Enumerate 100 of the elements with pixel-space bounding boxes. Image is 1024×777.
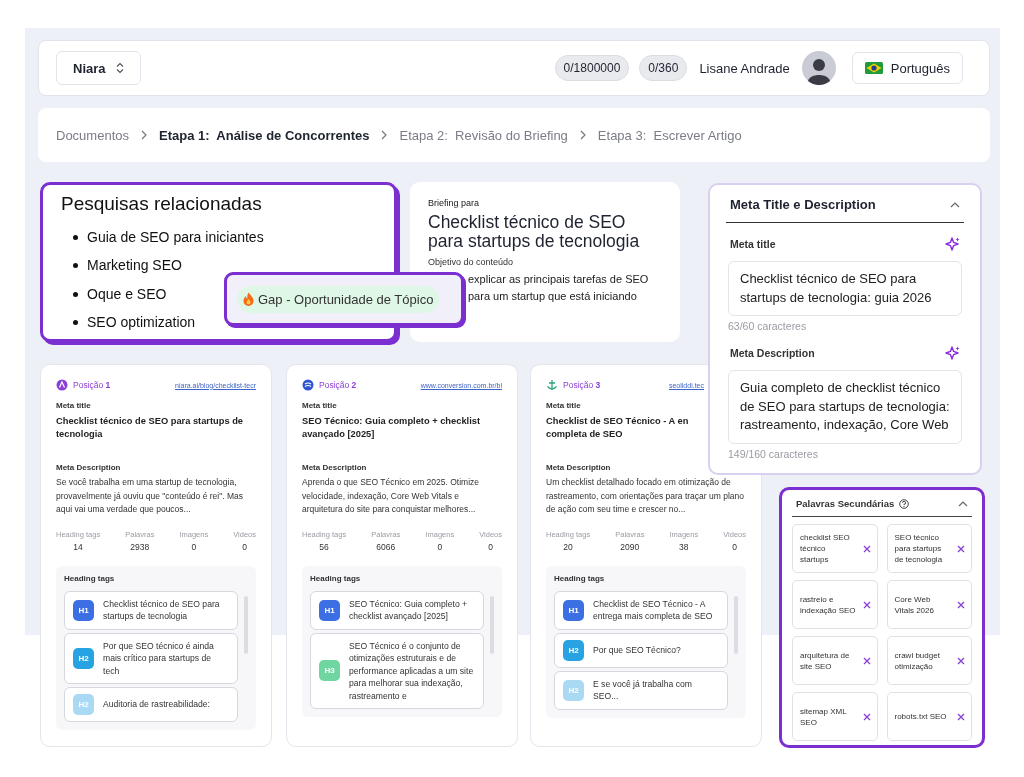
meta-description: Se você trabalha em uma startup de tecnologia, provavelmente já ouviu que "conteúdo é rei". Mas aqui vai uma verdade que poucos... [56,476,244,516]
position-label: Posição 2 [319,380,357,390]
heading-item[interactable]: H2 Por que SEO Técnico? [554,632,728,668]
heading-level-badge: H1 [319,599,340,621]
close-icon[interactable] [862,712,871,721]
chevron-right-icon [381,130,388,140]
position-label: Posição 1 [73,380,111,390]
stat-value: 14 [73,541,83,552]
chevron-up-icon[interactable] [958,500,968,507]
field-label: Meta Description [546,463,612,472]
section-title: Heading tags [310,573,362,583]
help-icon[interactable] [899,498,910,509]
keyword-text: robots.txt SEO [894,711,948,722]
stat-value: 0 [437,541,443,552]
heading-item[interactable]: H1 Checklist técnico de SEO para startups de tecnologia [64,590,238,630]
bullet-icon [73,263,78,269]
bullet-icon [73,320,78,326]
related-search-item: Guia de SEO para iniciantes [87,228,264,246]
breadcrumb-link[interactable]: Documentos [56,127,129,143]
briefing-label: Briefing para [428,198,481,208]
heading-level-badge: H2 [73,647,94,669]
heading-level-badge: H3 [319,660,340,682]
anchor-icon [546,379,558,391]
keyword-text: arquitetura de site SEO [800,649,851,672]
stat-value: 20 [563,541,573,552]
language-button[interactable]: Português [851,52,963,84]
stat-value: 38 [679,541,689,552]
logo-icon [56,379,68,391]
meta-title: SEO Técnico: Guia completo + checklist avançado [2025] [302,415,481,441]
field-label: Meta title [730,238,776,250]
meta-title: Checklist de SEO Técnico - A en completa de SEO [546,415,690,441]
text-field[interactable]: Checklist técnico de SEO para startups de tecnologia: guia 2026 [728,261,962,316]
meta-description: Um checklist detalhado focado em otimização de rastreamento, com orientações para traçar um plano de ação com seu time e crescer no... [546,476,745,516]
usage-counter: 0/360 [639,55,688,81]
briefing-title: Checklist técnico de SEO para startups de tecnologia [428,213,641,251]
field-label: Meta title [56,401,92,410]
heading-level-badge: H1 [563,599,584,621]
stat-value: 0 [488,541,493,552]
breadcrumb-link[interactable]: Etapa 2: Revisão do Briefing [399,127,568,143]
logo-icon [302,379,314,391]
field-label: Meta Description [302,463,368,472]
stat-value: 2938 [130,541,150,552]
close-icon[interactable] [957,656,965,665]
heading-item[interactable]: H2 E se você já trabalha com SEO... [554,670,728,710]
character-counter: 149/160 caracteres [728,447,819,460]
breadcrumb-link[interactable]: Etapa 1: Análise de Concorrentes [159,127,370,143]
close-icon[interactable] [957,600,965,609]
up-down-chevron-icon [115,62,124,74]
stat-value: 2090 [620,541,640,552]
avatar [801,51,836,85]
field-label: Meta Description [56,463,122,472]
field-label: Meta title [302,401,338,410]
panel-title: Palavras Secundárias [796,498,895,509]
flag-icon [864,62,883,74]
goal-label: Objetivo do conteúdo [428,257,515,267]
bullet-icon [73,234,78,240]
usage-counter: 0/1800000 [554,55,630,81]
heading-item[interactable]: H1 Checklist de SEO Técnico - A entrega mais completa de SEO [554,590,728,630]
stat-value: 6066 [376,541,396,552]
heading-item[interactable]: H2 Por que SEO técnico é ainda mais crítico para startups de tech [64,632,238,684]
text-field[interactable]: Guia completo de checklist técnico de SEO para startups de tecnologia: rastreamento, indexação, Core Web [728,370,962,444]
heading-level-badge: H2 [563,679,584,701]
bullet-icon [73,291,78,297]
section-title: Heading tags [64,573,116,583]
meta-title: Checklist técnico de SEO para startups de tecnologia [56,415,245,441]
flame-icon [243,292,254,306]
heading-item[interactable]: H3 SEO Técnico é o conjunto de otimizações estruturais e de performance aplicadas a um site para melhorar sua indexação, rastreamento e [310,632,484,709]
character-counter: 63/60 caracteres [728,320,808,332]
project-selector[interactable]: Niara [56,51,141,85]
user-name: Lisane Andrade [699,60,790,76]
close-icon[interactable] [862,544,871,553]
related-search-item: Marketing SEO [87,257,182,275]
close-icon[interactable] [862,600,871,609]
meta-description: Aprenda o que SEO Técnico em 2025. Otimize velocidade, indexação, Core Web Vitals e arquitetura do site para conquistar melhores... [302,476,481,516]
heading-item[interactable]: H2 Auditoria de rastreabilidade: [64,687,238,722]
keyword-text: Core Web Vitals 2026 [894,593,935,616]
keyword-text: rastreio e indexação SEO [800,593,856,616]
sparkle-icon[interactable] [945,237,960,251]
field-label: Meta Description [730,347,815,359]
keyword-text: sitemap XML SEO [800,705,848,728]
section-title: Heading tags [554,573,606,583]
close-icon[interactable] [862,656,871,665]
breadcrumb-link[interactable]: Etapa 3: Escrever Artigo [597,127,742,143]
position-label: Posição 3 [563,380,601,390]
stat-value: 0 [191,541,197,552]
keyword-text: SEO técnico para startups de tecnologia [894,532,944,565]
stat-value: 0 [732,541,737,552]
gap-tag-label: Gap - Oportunidade de Tópico [258,291,434,307]
panel-title: Pesquisas relacionadas [61,193,263,215]
heading-item[interactable]: H1 SEO Técnico: Guia completo + checklist avançado [2025] [310,590,484,630]
sparkle-icon[interactable] [945,346,960,360]
stat-value: 56 [319,541,329,552]
heading-level-badge: H1 [73,599,94,621]
close-icon[interactable] [957,712,965,721]
heading-level-badge: H2 [73,694,94,715]
chevron-up-icon[interactable] [950,201,960,208]
stat-value: 0 [242,541,247,552]
close-icon[interactable] [957,544,965,553]
keyword-text: checklist SEO técnico startups [800,532,851,565]
keyword-text: crawl budget otimização [894,649,941,672]
